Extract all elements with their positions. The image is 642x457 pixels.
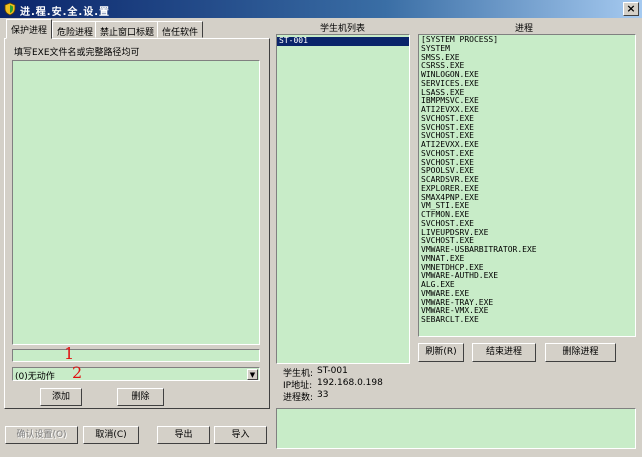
ip-address-value: 192.168.0.198 xyxy=(317,378,383,388)
annotation-marker-1: 1 xyxy=(64,344,75,363)
chevron-down-icon[interactable]: ▼ xyxy=(247,369,258,380)
tab-label: 信任软件 xyxy=(162,28,199,38)
shield-app-icon xyxy=(4,2,16,16)
title-bar[interactable]: 进.程.安.全.设.置 × xyxy=(0,0,642,18)
add-button[interactable]: 添加 xyxy=(40,388,82,406)
process-list-item[interactable]: [SYSTEM PROCESS] xyxy=(419,35,635,45)
tab-block-window-title[interactable]: 禁止窗口标题 xyxy=(95,21,160,38)
message-box[interactable] xyxy=(276,408,636,449)
action-select[interactable]: (0)无动作 ▼ xyxy=(12,367,260,382)
end-process-button[interactable]: 结束进程 xyxy=(472,343,536,362)
cancel-button[interactable]: 取消(C) xyxy=(83,426,139,444)
tab-label: 保护进程 xyxy=(11,26,48,36)
process-list-item[interactable]: SEBARCLT.EXE xyxy=(419,315,635,325)
window-title: 进.程.安.全.设.置 xyxy=(20,7,110,18)
action-select-value: (0)无动作 xyxy=(15,372,55,382)
confirm-settings-button[interactable]: 确认设置(O) xyxy=(5,426,78,444)
annotation-marker-2: 2 xyxy=(72,363,83,382)
close-button[interactable]: × xyxy=(623,2,639,16)
close-icon: × xyxy=(626,2,636,15)
process-list[interactable]: [SYSTEM PROCESS] SYSTEM SMSS.EXE CSRSS.EXE W… xyxy=(418,34,636,337)
tab-label: 危险进程 xyxy=(57,28,94,38)
process-count-value: 33 xyxy=(317,390,329,400)
delete-process-button[interactable]: 删除进程 xyxy=(545,343,616,362)
export-button[interactable]: 导出 xyxy=(157,426,210,444)
tab-label: 禁止窗口标题 xyxy=(100,28,155,38)
process-count-label: 进程数: xyxy=(283,393,314,403)
protected-exe-list[interactable] xyxy=(12,60,260,345)
exe-path-input[interactable] xyxy=(12,349,260,362)
import-button[interactable]: 导入 xyxy=(214,426,267,444)
tab-protect-process[interactable]: 保护进程 xyxy=(6,19,53,39)
student-machine-value: ST-001 xyxy=(317,366,348,376)
student-list-item[interactable]: ST-001 xyxy=(277,36,409,46)
process-list-header: 进程 xyxy=(515,24,534,34)
student-list-header: 学生机列表 xyxy=(320,24,366,34)
refresh-button[interactable]: 刷新(R) xyxy=(418,343,464,362)
tab-trusted-software[interactable]: 信任软件 xyxy=(157,21,204,38)
tab-dangerous-process[interactable]: 危险进程 xyxy=(52,21,99,38)
exe-hint-label: 填写EXE文件名或完整路径均可 xyxy=(14,48,140,58)
delete-button[interactable]: 删除 xyxy=(117,388,164,406)
student-list[interactable]: ST-001 xyxy=(276,34,410,364)
